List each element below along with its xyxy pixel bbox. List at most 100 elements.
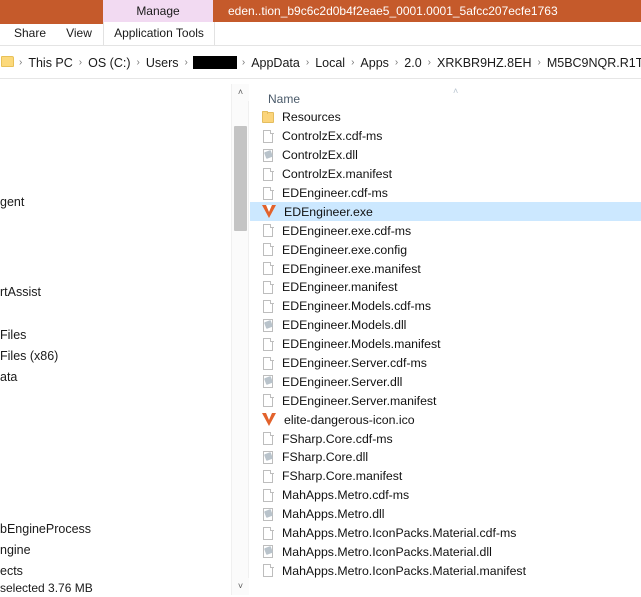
breadcrumb-item[interactable]: M5BC9NQR.R1T [544,56,641,70]
file-row[interactable]: EDEngineer.Models.cdf-ms [250,297,641,316]
tab-share[interactable]: Share [6,22,54,45]
breadcrumb-item[interactable]: Users [143,56,182,70]
address-bar-divider [0,78,641,79]
document-icon [262,488,275,503]
breadcrumb-separator-icon: › [136,57,140,68]
file-row[interactable]: EDEngineer.cdf-ms [250,184,641,203]
file-explorer-window: eden..tion_b9c6c2d0b4f2eae5_0001.0001_5a… [0,0,641,597]
address-bar[interactable]: › This PC › OS (C:) › Users › › AppData › Local › Ap… [0,47,641,78]
breadcrumb-item-redacted[interactable] [192,56,237,69]
file-name-label: MahApps.Metro.dll [282,507,385,522]
file-name-label: MahApps.Metro.IconPacks.Material.cdf-ms [282,526,517,541]
scroll-down-arrow-icon[interactable]: ˅ [232,578,249,595]
file-name-label: EDEngineer.exe [284,204,373,219]
file-name-label: EDEngineer.manifest [282,280,398,295]
file-row[interactable]: EDEngineer.Models.manifest [250,335,641,354]
file-name-label: FSharp.Core.manifest [282,469,403,484]
dll-icon [262,544,275,559]
file-row[interactable]: elite-dangerous-icon.ico [250,410,641,429]
file-row[interactable]: EDEngineer.manifest [250,278,641,297]
file-list-scrollbar[interactable]: ˄ ˅ [231,84,249,595]
file-row[interactable]: EDEngineer.Server.cdf-ms [250,354,641,373]
file-row[interactable]: FSharp.Core.cdf-ms [250,429,641,448]
file-row[interactable]: ControlzEx.dll [250,146,641,165]
file-list-pane: Name ˄ Resources ControlzEx.cdf-ms Control… [250,80,641,597]
breadcrumb-separator-icon: › [184,57,188,68]
breadcrumb-item[interactable]: Local [312,56,348,70]
file-name-label: elite-dangerous-icon.ico [284,412,415,427]
file-row[interactable]: MahApps.Metro.IconPacks.Material.dll [250,542,641,561]
breadcrumb-item[interactable]: This PC [25,56,75,70]
document-icon [262,469,275,484]
file-name-label: MahApps.Metro.cdf-ms [282,488,410,503]
file-name-label: EDEngineer.exe.config [282,242,408,257]
nav-pane-item[interactable]: Files [0,326,26,344]
status-bar: selected 3.76 MB [0,579,226,597]
document-icon [262,186,275,201]
file-row[interactable]: FSharp.Core.manifest [250,467,641,486]
nav-pane-item[interactable]: gent [0,193,24,211]
scrollbar-thumb[interactable] [234,126,247,231]
file-row[interactable]: EDEngineer.Server.manifest [250,391,641,410]
file-name-label: Resources [282,110,341,125]
file-name-label: ControlzEx.dll [282,148,358,163]
ribbon-tab-row: Share View Application Tools [0,22,641,45]
file-name-label: ControlzEx.manifest [282,167,393,182]
breadcrumb-item[interactable]: XRKBR9HZ.8EH [434,56,534,70]
status-bar-text: selected 3.76 MB [0,581,93,595]
nav-pane-item[interactable]: ngine [0,541,31,559]
dll-icon [262,148,275,163]
nav-pane-item[interactable]: bEngineProcess [0,520,91,538]
breadcrumb-item[interactable]: 2.0 [401,56,424,70]
dll-icon [262,374,275,389]
document-icon [262,563,275,578]
column-header-row: Name ˄ [250,86,641,110]
breadcrumb-item[interactable]: OS (C:) [85,56,133,70]
document-icon [262,526,275,541]
nav-pane-item[interactable]: ata [0,368,17,386]
ribbon-divider [0,45,641,46]
file-row[interactable]: EDEngineer.Models.dll [250,316,641,335]
file-row[interactable]: EDEngineer.exe.cdf-ms [250,221,641,240]
dll-icon [262,507,275,522]
breadcrumb-item[interactable]: Apps [357,56,392,70]
document-icon [262,393,275,408]
tab-view[interactable]: View [58,22,100,45]
file-name-label: FSharp.Core.dll [282,450,369,465]
dll-icon [262,318,275,333]
document-icon [262,129,275,144]
column-header-name[interactable]: Name [268,88,300,110]
file-row[interactable]: MahApps.Metro.IconPacks.Material.manifes… [250,561,641,580]
file-row-selected[interactable]: EDEngineer.exe [250,202,641,222]
file-row[interactable]: FSharp.Core.dll [250,448,641,467]
file-row[interactable]: MahApps.Metro.IconPacks.Material.cdf-ms [250,524,641,543]
breadcrumb-separator-icon: › [305,57,310,68]
nav-pane-item[interactable]: rtAssist [0,283,41,301]
nav-pane-item[interactable]: ects [0,562,23,580]
document-icon [262,280,275,295]
tab-application-tools[interactable]: Application Tools [103,22,215,45]
file-row[interactable]: EDEngineer.exe.manifest [250,259,641,278]
file-name-label: EDEngineer.Server.dll [282,374,403,389]
file-row[interactable]: ControlzEx.manifest [250,165,641,184]
file-name-label: ControlzEx.cdf-ms [282,129,383,144]
file-row[interactable]: EDEngineer.exe.config [250,240,641,259]
file-name-label: MahApps.Metro.IconPacks.Material.manifes… [282,563,526,578]
breadcrumb-item[interactable]: AppData [248,56,303,70]
file-row[interactable]: EDEngineer.Server.dll [250,372,641,391]
file-row[interactable]: MahApps.Metro.cdf-ms [250,486,641,505]
folder-icon [1,56,14,67]
document-icon [262,337,275,352]
elite-dangerous-icon [262,204,277,219]
file-name-label: EDEngineer.Server.cdf-ms [282,356,427,371]
file-row[interactable]: Resources [250,108,641,127]
file-name-label: EDEngineer.exe.cdf-ms [282,223,412,238]
scroll-up-arrow-icon[interactable]: ˄ [232,84,249,101]
contextual-tab-group-label: Manage [136,4,180,18]
file-row[interactable]: MahApps.Metro.dll [250,505,641,524]
file-name-label: EDEngineer.exe.manifest [282,261,421,276]
nav-pane-item[interactable]: Files (x86) [0,347,58,365]
window-title: eden..tion_b9c6c2d0b4f2eae5_0001.0001_5a… [228,4,558,18]
breadcrumb-separator-icon: › [394,57,399,68]
file-row[interactable]: ControlzEx.cdf-ms [250,127,641,146]
